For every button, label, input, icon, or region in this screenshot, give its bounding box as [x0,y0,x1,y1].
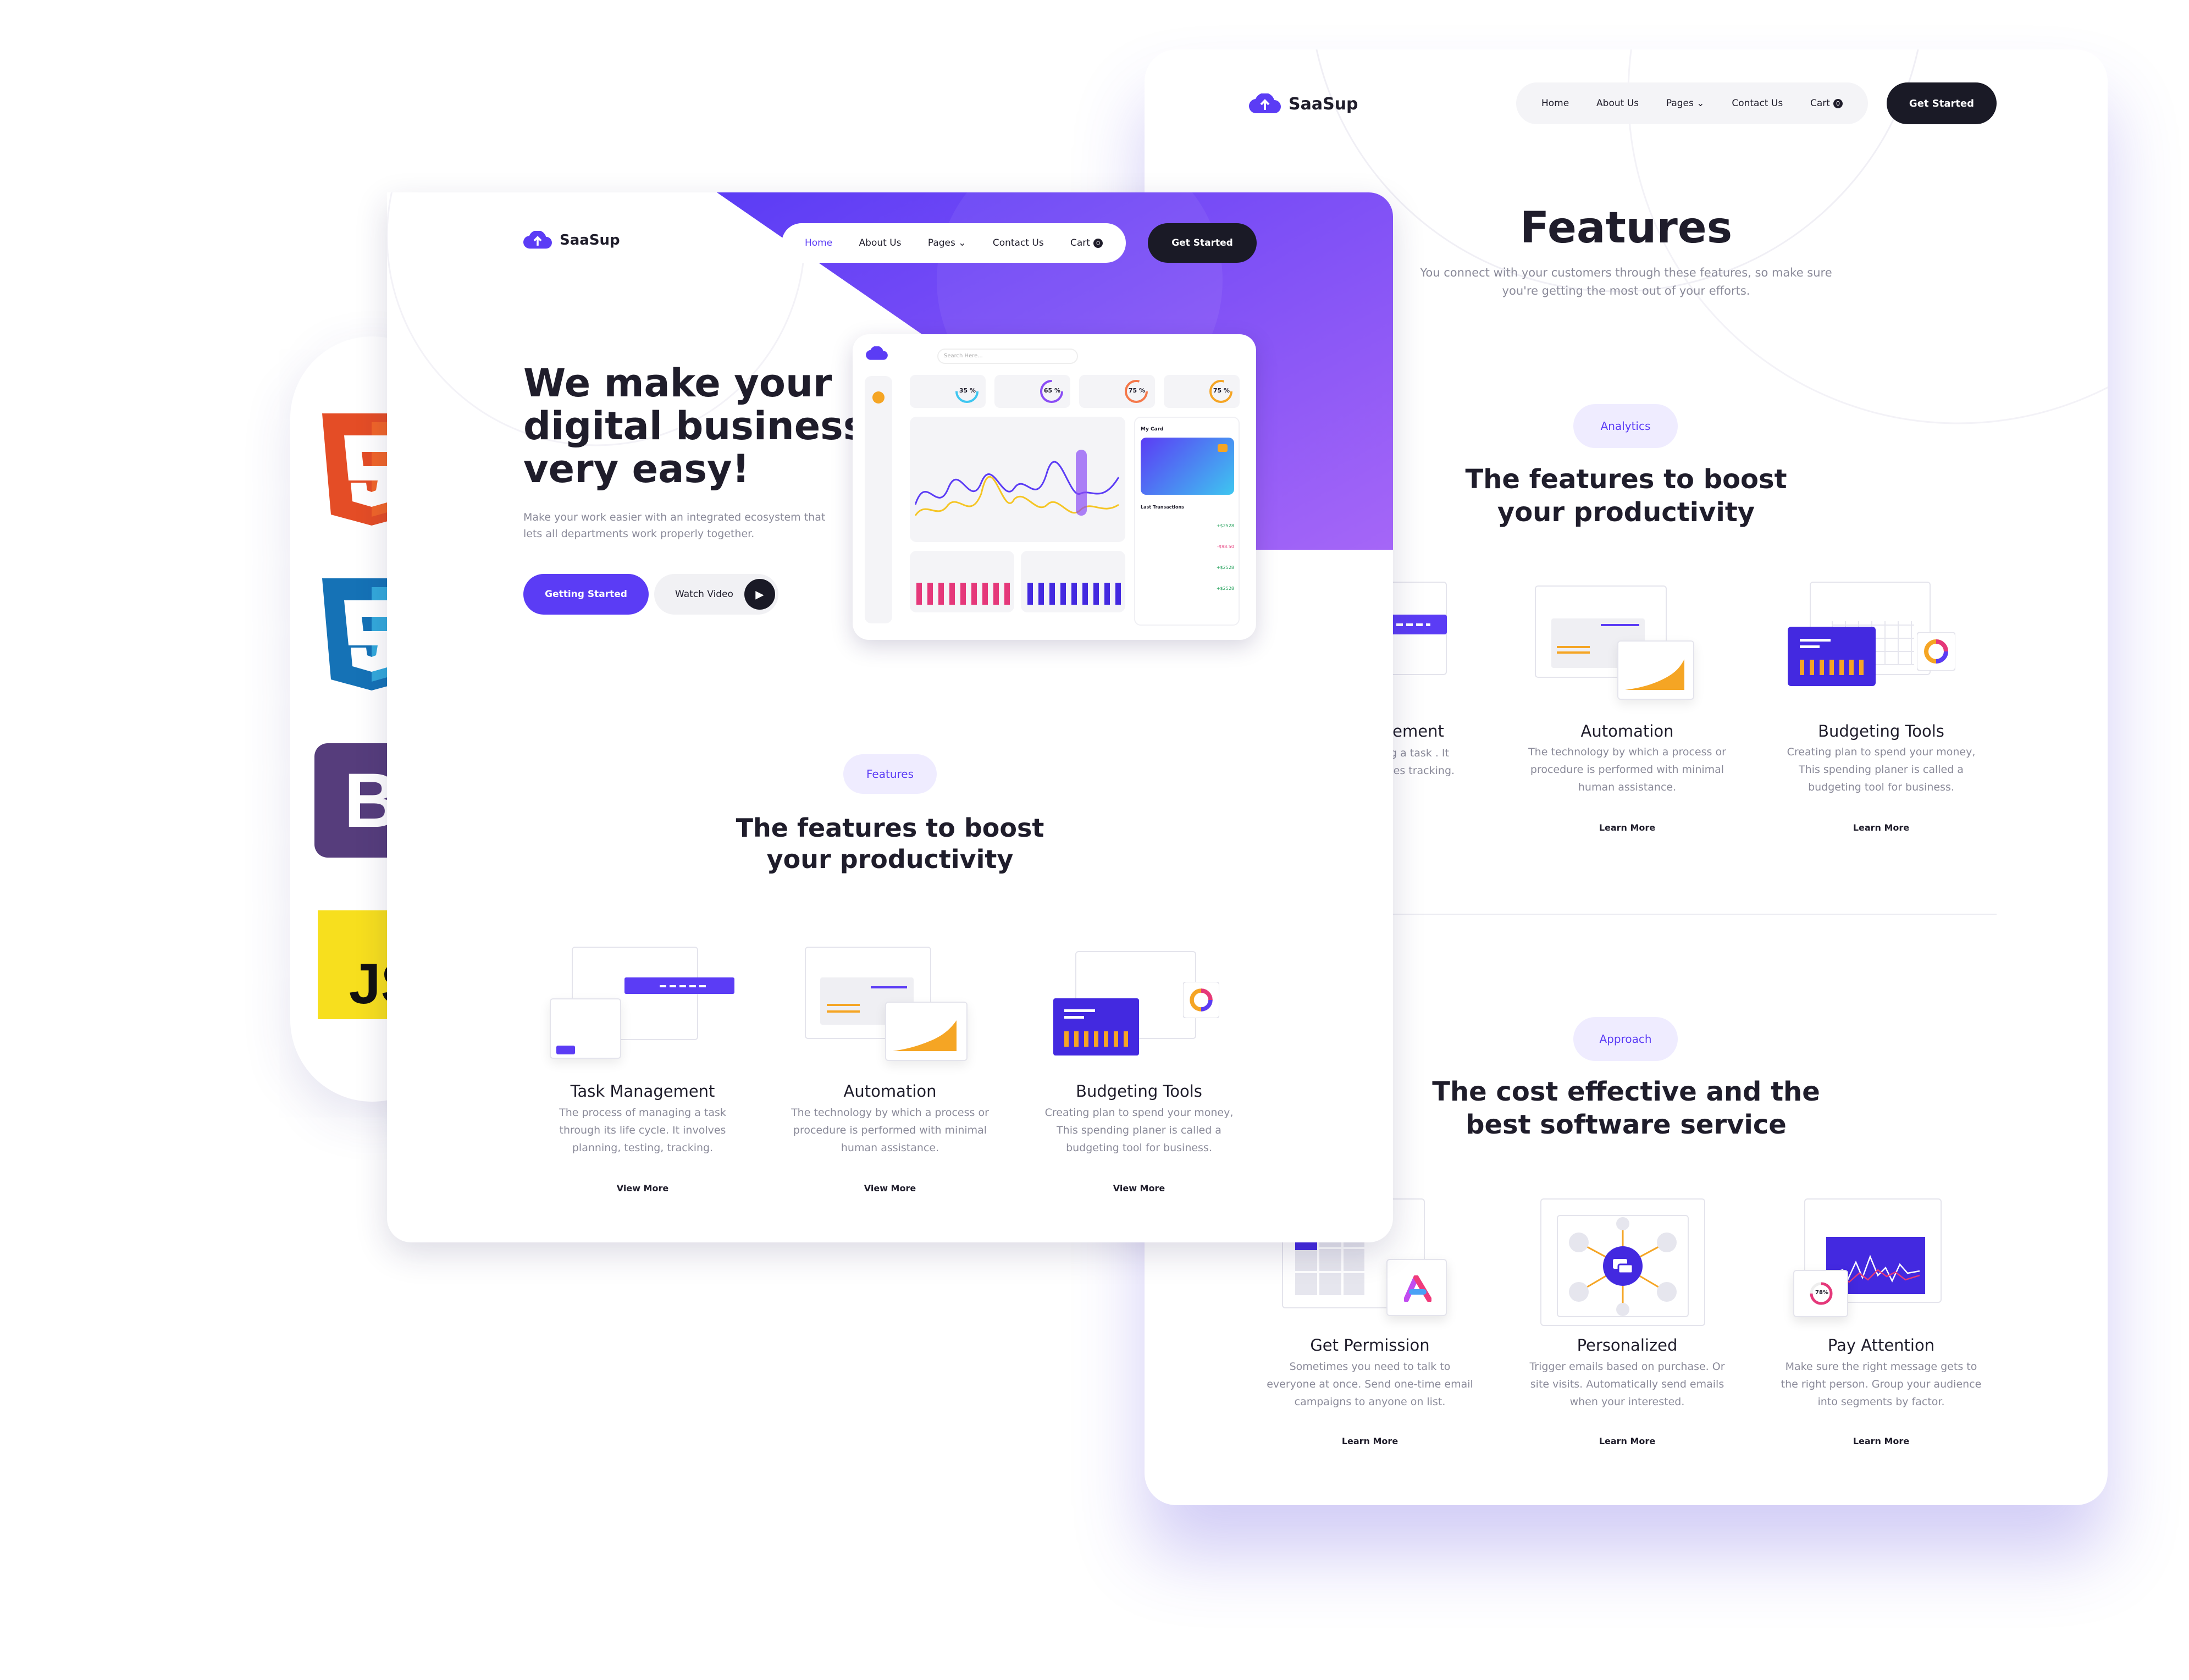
personalized-learn-more-link[interactable]: Learn More [1523,1436,1732,1446]
nav-contact[interactable]: Contact Us [1732,98,1783,109]
front-nav: Home About Us Pages ⌄ Contact Us Cart 0 [782,223,1126,263]
nav-contact[interactable]: Contact Us [993,237,1044,248]
front-logo[interactable]: SaaSup [523,231,620,250]
get-started-button[interactable]: Get Started [1148,223,1257,263]
back-nav: Home About Us Pages ⌄ Contact Us Cart 0 [1516,82,1868,124]
nav-pages[interactable]: Pages ⌄ [928,237,966,248]
budgeting-card-title: Budgeting Tools [1818,722,1944,740]
automation-learn-more-link[interactable]: Learn More [1523,822,1732,833]
features-pill: Features [843,754,937,794]
automation-card-title: Automation [1580,722,1674,740]
budgeting-illustration [1788,577,1955,704]
brand-name: SaaSup [560,232,620,248]
budgeting-view-more-link[interactable]: View More [1035,1183,1243,1193]
personalized-card-desc: Trigger emails based on purchase. Or sit… [1529,1361,1725,1408]
budgeting-desc: Creating plan to spend your money, This … [1044,1107,1234,1154]
automation-title: Automation [843,1082,937,1101]
automation-desc: The technology by which a process or pro… [791,1107,989,1154]
automation-view-more-link[interactable]: View More [786,1183,994,1193]
back-logo[interactable]: SaaSup [1249,93,1358,114]
attention-card-desc: Make sure the right message gets to the … [1781,1361,1982,1408]
watch-video-label: Watch Video [675,589,733,600]
cart-count-badge: 0 [1833,98,1843,108]
budgeting-card-desc: Creating plan to spend your money, This … [1787,746,1976,793]
nav-home[interactable]: Home [1541,98,1569,109]
dashboard-bar-widget-2 [1021,551,1125,612]
brand-name: SaaSup [1289,94,1358,114]
task-management-title: Task Management [570,1082,715,1101]
attention-learn-more-link[interactable]: Learn More [1777,1436,1986,1446]
chevron-down-icon: ⌄ [1696,98,1705,109]
automation-illustration [805,947,975,1062]
hero-title: We make your digital business very easy! [523,361,866,491]
automation-illustration [1535,585,1705,701]
analytics-pill: Analytics [1573,404,1678,448]
budgeting-title: Budgeting Tools [1076,1082,1202,1101]
cloud-upload-icon [1249,93,1281,114]
dashboard-line-chart [910,417,1125,542]
budgeting-illustration [1053,951,1224,1072]
automation-card-desc: The technology by which a process or pro… [1528,746,1726,793]
nav-cart[interactable]: Cart 0 [1070,237,1103,248]
task-management-desc: The process of managing a task through i… [559,1107,726,1154]
attention-illustration: 78% [1793,1198,1969,1325]
attention-percent-label: 78% [1815,1290,1828,1296]
dashboard-sidebar [865,376,892,623]
showcase-canvas: B JS SaaSup Home About Us Pages ⌄ Contac… [0,0,2189,1680]
personalized-card-title: Personalized [1577,1336,1678,1355]
permission-card-title: Get Permission [1310,1336,1430,1355]
nav-pages[interactable]: Pages ⌄ [1666,98,1705,109]
task-management-illustration [550,947,737,1062]
cart-count-badge: 0 [1093,238,1103,248]
play-icon: ▶ [744,579,775,610]
credit-card [1141,438,1234,495]
watch-video-button[interactable]: Watch Video ▶ [654,574,778,615]
section-divider [1309,914,1997,915]
permission-learn-more-link[interactable]: Learn More [1265,1436,1474,1446]
personalized-illustration [1540,1198,1716,1330]
cloud-upload-icon [866,346,888,360]
get-started-button[interactable]: Get Started [1887,82,1997,124]
budgeting-learn-more-link[interactable]: Learn More [1777,822,1986,833]
hero-subtitle: Make your work easier with an integrated… [523,511,826,540]
task-view-more-link[interactable]: View More [538,1183,747,1193]
dashboard-mockup: Search Here... 35 % 65 % 75 % 75 % My Ca… [853,334,1256,640]
transactions-list: +$2528 -$98.50 +$2528 +$2528 [1216,523,1234,591]
dashboard-bar-widget-1 [910,551,1014,612]
nav-about[interactable]: About Us [859,237,902,248]
attention-card-title: Pay Attention [1827,1336,1935,1355]
nav-home-active[interactable]: Home [805,237,832,248]
dashboard-card-panel: My Card Last Transactions +$2528 -$98.50 +… [1134,417,1240,626]
nav-cart[interactable]: Cart 0 [1810,98,1843,109]
nav-about[interactable]: About Us [1596,98,1639,109]
approach-pill: Approach [1573,1017,1678,1061]
cloud-upload-icon [523,231,552,249]
permission-card-desc: Sometimes you need to talk to everyone a… [1267,1361,1473,1408]
features-heading: The features to boost your productivity [736,813,1044,874]
dashboard-gauges: 35 % 65 % 75 % 75 % [910,375,1240,408]
page-subtitle: You connect with your customers through … [1420,266,1832,297]
getting-started-button[interactable]: Getting Started [523,574,649,615]
dashboard-search-input[interactable]: Search Here... [937,349,1078,364]
chevron-down-icon: ⌄ [958,237,966,248]
home-page-preview: SaaSup Home About Us Pages ⌄ Contact Us … [387,192,1393,1242]
